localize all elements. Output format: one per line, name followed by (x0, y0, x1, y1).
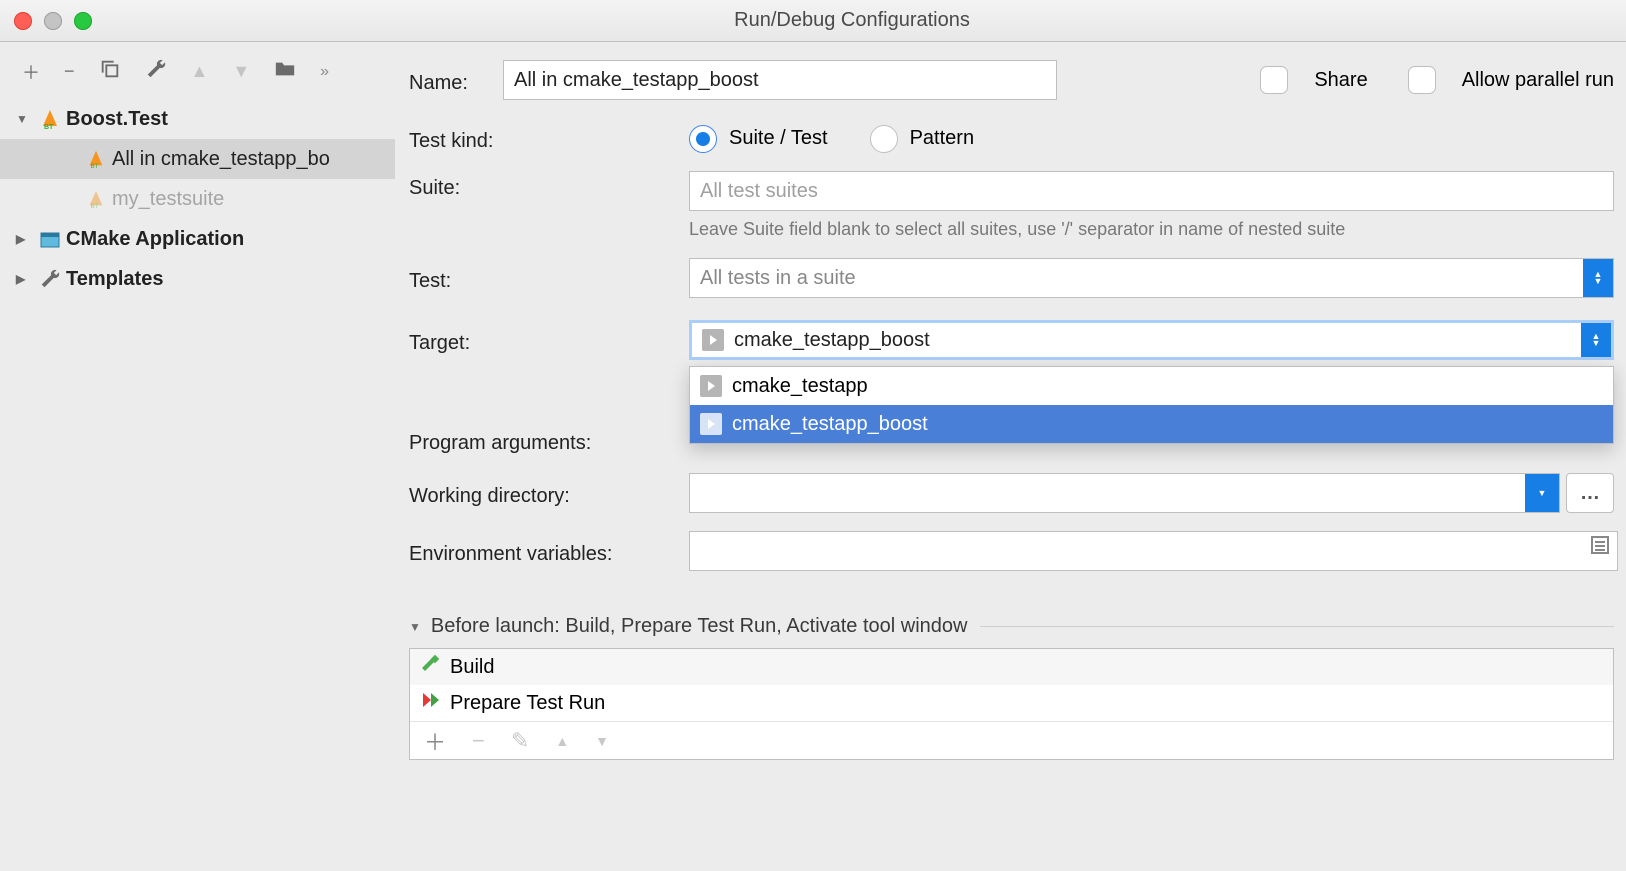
target-label: Target: (409, 326, 689, 355)
titlebar: Run/Debug Configurations (0, 0, 1626, 42)
edit-icon[interactable]: ✎ (511, 728, 529, 754)
before-launch-item-label: Build (450, 656, 494, 679)
target-dropdown: cmake_testapp cmake_testapp_boost (689, 366, 1614, 444)
folder-icon[interactable] (274, 58, 296, 85)
tree-label: my_testsuite (112, 188, 224, 211)
remove-icon[interactable]: − (472, 728, 485, 754)
more-icon[interactable]: » (320, 63, 331, 81)
allow-parallel-label: Allow parallel run (1462, 69, 1614, 92)
up-icon[interactable]: ▲ (555, 733, 569, 749)
before-launch-item[interactable]: Build (410, 649, 1613, 685)
main-panel: Name: Share Allow parallel run Test kind… (395, 42, 1626, 871)
chevron-right-icon: ▶ (16, 232, 32, 246)
suite-test-radio[interactable] (689, 125, 717, 153)
sidebar-toolbar: ＋ − ▲ ▼ » (0, 52, 395, 99)
hammer-icon (420, 654, 440, 680)
environment-variables-label: Environment variables: (409, 537, 689, 566)
config-tree: ▼ BT Boost.Test BT All in cmake_testapp_… (0, 99, 395, 299)
tree-node-cmake-application[interactable]: ▶ CMake Application (0, 219, 395, 259)
tree-node-boost-test[interactable]: ▼ BT Boost.Test (0, 99, 395, 139)
list-icon[interactable] (1586, 531, 1614, 559)
chevron-right-icon: ▶ (16, 272, 32, 286)
maximize-icon[interactable] (74, 12, 92, 30)
up-icon[interactable]: ▲ (191, 61, 209, 82)
target-option-label: cmake_testapp (732, 375, 868, 398)
tree-node-all-in-cmake[interactable]: BT All in cmake_testapp_bo (0, 139, 395, 179)
target-option[interactable]: cmake_testapp (690, 367, 1613, 405)
svg-text:BT: BT (91, 203, 99, 209)
test-label: Test: (409, 264, 689, 293)
chevron-updown-icon: ▲▼ (1581, 323, 1611, 357)
svg-text:BT: BT (44, 124, 54, 130)
share-label: Share (1314, 69, 1367, 92)
before-launch-item-label: Prepare Test Run (450, 692, 605, 715)
pattern-label: Pattern (910, 127, 974, 150)
svg-text:BT: BT (91, 163, 99, 169)
executable-icon (700, 413, 722, 435)
chevron-down-icon[interactable]: ▼ (409, 620, 421, 634)
suite-label: Suite: (409, 171, 689, 200)
test-combo-placeholder: All tests in a suite (700, 267, 856, 290)
tree-label: Templates (66, 268, 163, 291)
close-icon[interactable] (14, 12, 32, 30)
test-kind-label: Test kind: (409, 124, 689, 153)
before-launch-list: Build Prepare Test Run ＋ − ✎ ▲ ▼ (409, 648, 1614, 760)
cmake-app-icon (38, 228, 62, 250)
suite-input[interactable] (689, 171, 1614, 211)
window-title: Run/Debug Configurations (92, 9, 1612, 32)
boost-test-icon: BT (38, 108, 62, 130)
wrench-icon (38, 268, 62, 290)
boost-test-icon: BT (84, 189, 108, 209)
program-arguments-label: Program arguments: (409, 426, 689, 455)
executable-icon (700, 375, 722, 397)
down-icon[interactable]: ▼ (232, 61, 250, 82)
before-launch-section: ▼ Before launch: Build, Prepare Test Run… (409, 615, 1614, 760)
chevron-down-icon: ▼ (1525, 474, 1559, 512)
suite-test-label: Suite / Test (729, 127, 828, 150)
minimize-icon[interactable] (44, 12, 62, 30)
chevron-down-icon: ▼ (16, 112, 32, 126)
name-input[interactable] (503, 60, 1057, 100)
share-checkbox[interactable] (1260, 66, 1288, 94)
tree-label: CMake Application (66, 228, 244, 251)
divider (980, 626, 1615, 627)
down-icon[interactable]: ▼ (595, 733, 609, 749)
tree-node-templates[interactable]: ▶ Templates (0, 259, 395, 299)
test-combo[interactable]: All tests in a suite ▲▼ (689, 258, 1614, 298)
allow-parallel-checkbox[interactable] (1408, 66, 1436, 94)
copy-icon[interactable] (99, 58, 121, 85)
target-value: cmake_testapp_boost (734, 329, 930, 352)
remove-icon[interactable]: − (64, 61, 75, 82)
before-launch-toolbar: ＋ − ✎ ▲ ▼ (410, 721, 1613, 759)
target-option[interactable]: cmake_testapp_boost (690, 405, 1613, 443)
window-controls (14, 12, 92, 30)
working-directory-input[interactable]: ▼ (689, 473, 1560, 513)
pattern-radio[interactable] (870, 125, 898, 153)
suite-hint: Leave Suite field blank to select all su… (689, 219, 1614, 240)
name-label: Name: (409, 66, 503, 95)
target-option-label: cmake_testapp_boost (732, 413, 928, 436)
before-launch-item[interactable]: Prepare Test Run (410, 685, 1613, 721)
sidebar: ＋ − ▲ ▼ » ▼ BT Boost.Test BT All in cmak… (0, 42, 395, 871)
chevron-updown-icon: ▲▼ (1583, 259, 1613, 297)
wrench-icon[interactable] (145, 58, 167, 85)
tree-label: All in cmake_testapp_bo (112, 148, 330, 171)
tree-label: Boost.Test (66, 108, 168, 131)
add-icon[interactable]: ＋ (424, 725, 446, 757)
environment-variables-input[interactable] (689, 531, 1618, 571)
executable-icon (702, 329, 724, 351)
boost-test-icon: BT (84, 149, 108, 169)
browse-button[interactable]: … (1566, 473, 1614, 513)
add-icon[interactable]: ＋ (22, 59, 40, 85)
target-combo[interactable]: cmake_testapp_boost ▲▼ (689, 320, 1614, 360)
run-icon (420, 690, 440, 716)
working-directory-label: Working directory: (409, 479, 689, 508)
before-launch-header: Before launch: Build, Prepare Test Run, … (431, 615, 968, 638)
tree-node-my-testsuite[interactable]: BT my_testsuite (0, 179, 395, 219)
